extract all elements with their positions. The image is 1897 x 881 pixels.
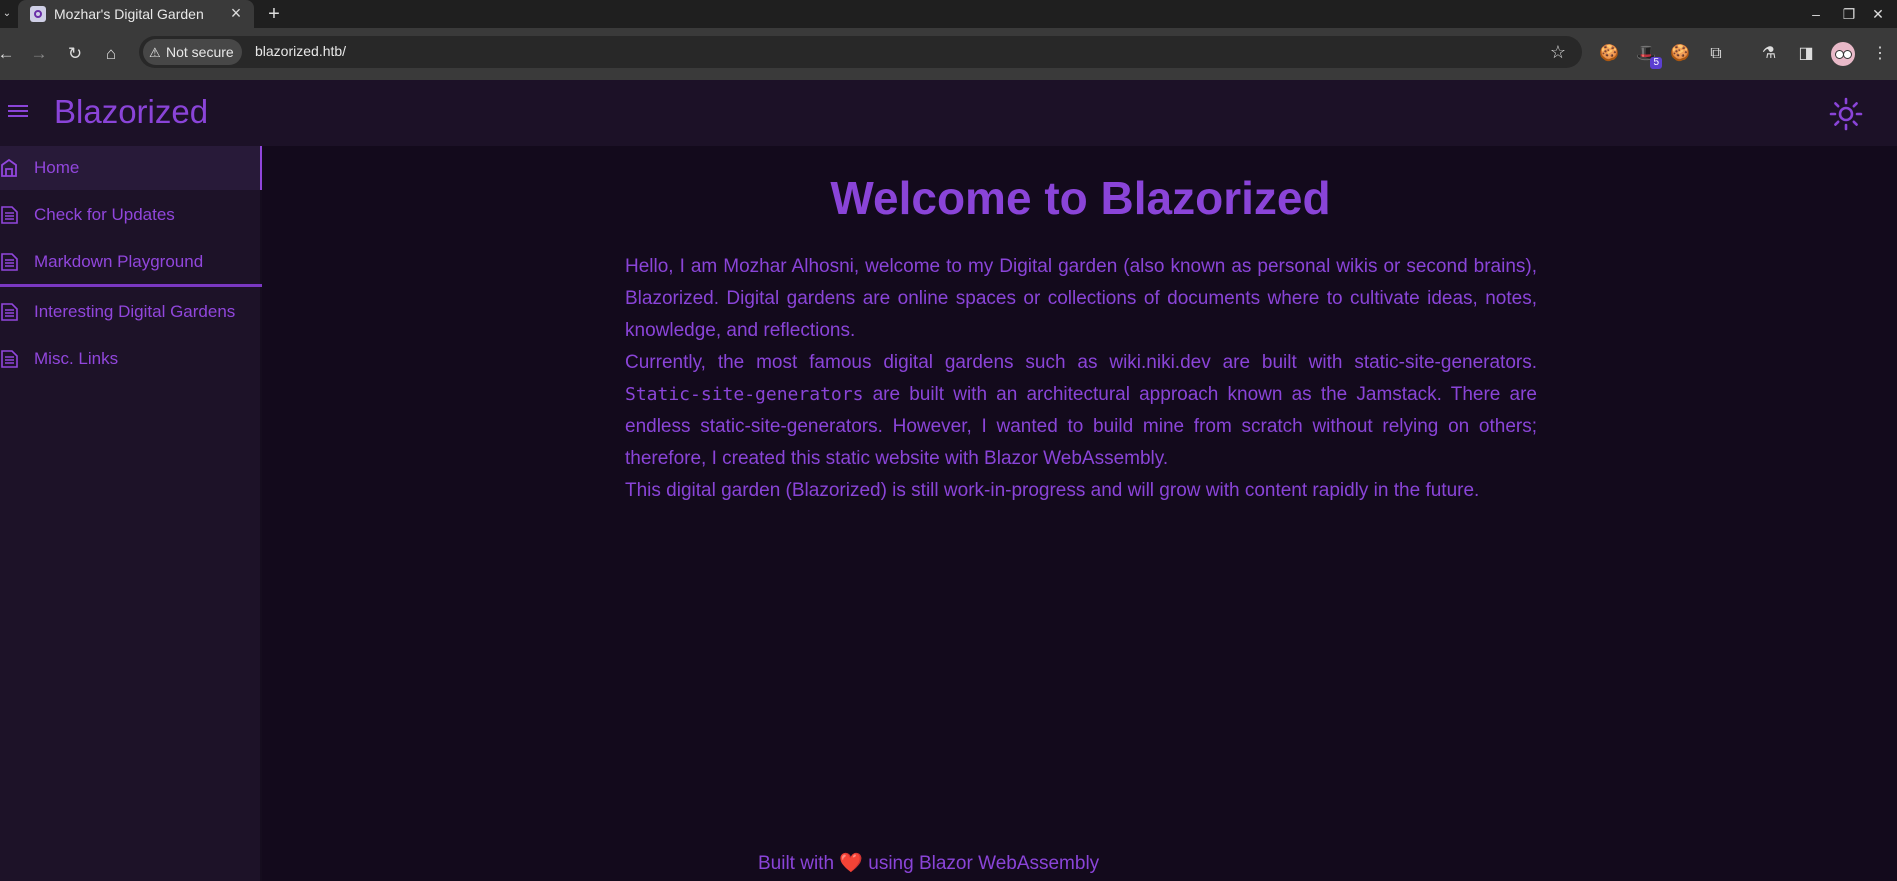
document-icon	[1, 253, 18, 271]
sidebar-nav: Home Check for Updates Markdown Playgrou…	[0, 146, 262, 881]
extensions-puzzle-icon[interactable]: ⧉	[1704, 42, 1728, 66]
site-favicon-icon	[30, 6, 46, 22]
intro-text: Hello, I am Mozhar Alhosni, welcome to m…	[625, 251, 1537, 507]
page-title: Welcome to Blazorized	[830, 172, 1331, 224]
main-content: Welcome to Blazorized Hello, I am Mozhar…	[264, 146, 1897, 881]
brand-title[interactable]: Blazorized	[54, 93, 208, 131]
sidebar-item-label: Home	[34, 158, 80, 177]
browser-menu-icon[interactable]: ⋮	[1868, 42, 1892, 66]
home-page-icon[interactable]: ⌂	[99, 42, 123, 66]
progress-paragraph: This digital garden (Blazorized) is stil…	[625, 480, 1480, 501]
menu-toggle-icon[interactable]	[8, 102, 28, 122]
heart-icon: ❤️	[839, 853, 863, 874]
labs-flask-icon[interactable]: ⚗	[1757, 42, 1781, 66]
url-text[interactable]: blazorized.htb/	[255, 43, 346, 59]
sidebar-item-interesting-digital-gardens[interactable]: Interesting Digital Gardens	[0, 290, 262, 334]
warning-icon: ⚠	[149, 45, 161, 60]
tab-close-icon[interactable]: ×	[225, 2, 247, 24]
sidebar-item-label: Markdown Playground	[34, 252, 204, 271]
browser-tab[interactable]: Mozhar's Digital Garden ×	[18, 0, 254, 28]
profile-avatar[interactable]	[1831, 42, 1855, 66]
security-label: Not secure	[166, 44, 234, 60]
minimize-window-icon[interactable]: –	[1804, 4, 1828, 24]
document-icon	[1, 350, 18, 368]
jamstack-paragraph: Currently, the most famous digital garde…	[625, 347, 1537, 475]
extension-badge: 5	[1650, 57, 1662, 69]
extension-cookie-blocked-icon[interactable]: 🍪	[1597, 42, 1621, 66]
browser-tabstrip: ⌄ Mozhar's Digital Garden × + – ❐ ✕	[0, 0, 1897, 28]
footer-suffix: using Blazor WebAssembly	[862, 853, 1100, 874]
inline-code: Static-site-generators	[625, 384, 864, 405]
forward-icon[interactable]: →	[27, 42, 51, 66]
sidebar-item-misc-links[interactable]: Misc. Links	[0, 337, 262, 381]
sidebar-item-label: Interesting Digital Gardens	[34, 302, 236, 321]
extension-cookie-icon[interactable]: 🍪	[1668, 42, 1692, 66]
side-panel-icon[interactable]: ◨	[1794, 42, 1818, 66]
sidebar-item-label: Check for Updates	[34, 205, 175, 224]
footer: Built with ❤️ using Blazor WebAssembly	[758, 851, 1099, 875]
footer-prefix: Built with	[758, 853, 840, 874]
tab-search-icon[interactable]: ⌄	[0, 4, 14, 24]
home-icon	[1, 158, 17, 177]
bookmark-star-icon[interactable]: ☆	[1546, 40, 1570, 64]
jamstack-text-lead: Currently, the most famous digital garde…	[625, 352, 1537, 373]
app-bar: Blazorized	[0, 80, 1897, 146]
tab-title: Mozhar's Digital Garden	[54, 6, 204, 22]
reload-icon[interactable]: ↻	[63, 42, 87, 66]
browser-toolbar: ← → ↻ ⌂ ⚠ Not secure blazorized.htb/ ☆ 🍪 …	[0, 28, 1897, 80]
document-icon	[1, 206, 18, 224]
sidebar-item-label: Misc. Links	[34, 349, 119, 368]
sidebar-divider	[0, 284, 262, 287]
intro-paragraph: Hello, I am Mozhar Alhosni, welcome to m…	[625, 256, 1537, 341]
document-icon	[1, 303, 18, 321]
new-tab-button[interactable]: +	[262, 2, 286, 26]
sidebar-item-check-for-updates[interactable]: Check for Updates	[0, 193, 262, 237]
theme-toggle-sun-icon[interactable]	[1829, 97, 1863, 131]
close-window-icon[interactable]: ✕	[1866, 4, 1890, 24]
extension-hat-icon[interactable]: 🎩 5	[1634, 42, 1662, 69]
back-icon[interactable]: ←	[0, 42, 18, 66]
restore-window-icon[interactable]: ❐	[1837, 4, 1861, 24]
sidebar-item-home[interactable]: Home	[0, 146, 262, 190]
security-indicator[interactable]: ⚠ Not secure	[143, 39, 242, 65]
address-bar[interactable]: ⚠ Not secure blazorized.htb/ ☆	[139, 36, 1582, 68]
sidebar-item-markdown-playground[interactable]: Markdown Playground	[0, 240, 262, 284]
